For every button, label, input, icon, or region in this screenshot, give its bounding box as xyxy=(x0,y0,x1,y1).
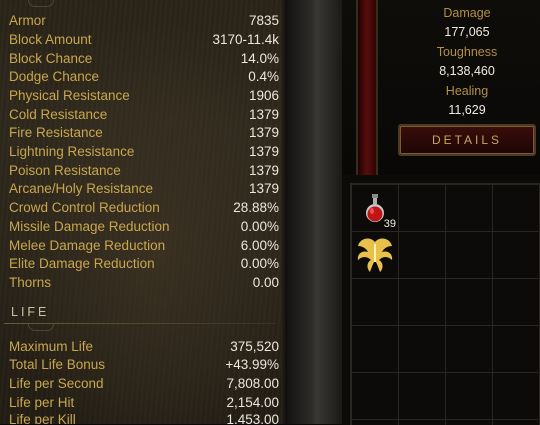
stat-row-block-amount: Block Amount 3170-11.4k xyxy=(9,30,279,48)
stat-value: 7,808.00 xyxy=(226,375,279,391)
stat-value: 1379 xyxy=(248,143,279,159)
stat-label: Cold Resistance xyxy=(9,106,108,122)
stat-value: 1379 xyxy=(248,162,279,178)
life-section-title: LIFE xyxy=(11,305,50,319)
stat-value: 375,520 xyxy=(230,338,279,354)
stat-row-armor: Armor 7835 xyxy=(9,11,279,29)
potion-count: 39 xyxy=(383,218,396,230)
stat-value: 0.00% xyxy=(240,218,279,234)
golden-wings-icon xyxy=(357,238,393,272)
inventory-panel: Damage 177,065 Toughness 8,138,460 Heali… xyxy=(342,0,540,425)
stat-row-thorns: Thorns 0.00 xyxy=(9,273,279,291)
stat-value: 6.00% xyxy=(240,237,279,253)
inventory-slot-wings[interactable] xyxy=(352,232,398,278)
stat-value: 1906 xyxy=(248,87,279,103)
stat-value: 14.0% xyxy=(240,50,279,66)
stat-value: 28.88% xyxy=(233,199,279,215)
stat-label: Lightning Resistance xyxy=(9,143,135,159)
stat-row-elite-damage-reduction: Elite Damage Reduction 0.00% xyxy=(9,254,279,272)
stat-row-life-per-hit: Life per Hit 2,154.00 xyxy=(9,393,279,411)
panel-frame-divider xyxy=(287,0,342,424)
stat-row-dodge-chance: Dodge Chance 0.4% xyxy=(9,67,279,85)
stat-row-melee-damage-reduction: Melee Damage Reduction 6.00% xyxy=(9,236,279,254)
stat-label: Missile Damage Reduction xyxy=(9,218,170,234)
stat-label: Armor xyxy=(9,12,46,28)
stat-value: 0.00 xyxy=(252,274,279,290)
stat-row-total-life-bonus: Total Life Bonus +43.99% xyxy=(9,355,279,373)
stat-row-arcane-holy-resistance: Arcane/Holy Resistance 1379 xyxy=(9,179,279,197)
stat-label: Elite Damage Reduction xyxy=(9,255,155,271)
stat-row-cold-resistance: Cold Resistance 1379 xyxy=(9,105,279,123)
header-ornament xyxy=(28,0,54,7)
healing-value: 11,629 xyxy=(448,103,486,117)
stat-label: Block Amount xyxy=(9,31,92,47)
stat-row-crowd-control-reduction: Crowd Control Reduction 28.88% xyxy=(9,198,279,216)
stat-value: 0.00% xyxy=(240,255,279,271)
stat-value: 1379 xyxy=(248,124,279,140)
inventory-grid: 39 xyxy=(350,183,540,425)
stat-value: 0.4% xyxy=(248,68,279,84)
stat-label: Melee Damage Reduction xyxy=(9,237,166,253)
stat-value: 3170-11.4k xyxy=(212,31,279,47)
stat-value: 1379 xyxy=(248,180,279,196)
stat-label: Thorns xyxy=(9,274,52,290)
stat-label: Physical Resistance xyxy=(9,87,130,103)
stat-label: Life per Hit xyxy=(9,394,75,410)
damage-label: Damage xyxy=(443,6,491,20)
stat-label: Fire Resistance xyxy=(9,124,103,140)
health-potion-icon xyxy=(366,194,384,222)
stat-row-life-per-kill: Life per Kill 1,453.00 xyxy=(9,410,279,425)
toughness-label: Toughness xyxy=(436,45,498,59)
stat-label: Life per Kill xyxy=(9,411,76,425)
stat-row-maximum-life: Maximum Life 375,520 xyxy=(9,337,279,355)
stat-label: Crowd Control Reduction xyxy=(9,199,160,215)
stat-value: +43.99% xyxy=(225,356,279,372)
stat-row-poison-resistance: Poison Resistance 1379 xyxy=(9,161,279,179)
stat-value: 1,453.00 xyxy=(226,411,279,425)
stat-label: Total Life Bonus xyxy=(9,356,106,372)
details-button[interactable]: DETAILS xyxy=(398,124,536,156)
inventory-slot-potion[interactable]: 39 xyxy=(352,185,398,231)
stat-value: 7835 xyxy=(248,12,279,28)
character-summary: Damage 177,065 Toughness 8,138,460 Heali… xyxy=(342,0,540,175)
stat-row-physical-resistance: Physical Resistance 1906 xyxy=(9,86,279,104)
stat-value: 2,154.00 xyxy=(226,394,279,410)
damage-value: 177,065 xyxy=(444,25,490,39)
healing-label: Healing xyxy=(445,84,489,98)
stat-row-lightning-resistance: Lightning Resistance 1379 xyxy=(9,142,279,160)
toughness-value: 8,138,460 xyxy=(439,64,495,78)
stat-row-life-per-second: Life per Second 7,808.00 xyxy=(9,374,279,392)
health-bar xyxy=(356,0,378,175)
stat-label: Block Chance xyxy=(9,50,93,66)
section-ornament xyxy=(28,324,54,331)
stat-label: Maximum Life xyxy=(9,338,94,354)
stat-label: Life per Second xyxy=(9,375,104,391)
stat-label: Arcane/Holy Resistance xyxy=(9,180,154,196)
character-stats-panel: Armor 7835 Block Amount 3170-11.4k Block C… xyxy=(0,0,287,424)
stat-label: Poison Resistance xyxy=(9,162,121,178)
stat-row-fire-resistance: Fire Resistance 1379 xyxy=(9,123,279,141)
stat-row-missile-damage-reduction: Missile Damage Reduction 0.00% xyxy=(9,217,279,235)
stat-row-block-chance: Block Chance 14.0% xyxy=(9,49,279,67)
stat-label: Dodge Chance xyxy=(9,68,100,84)
stat-value: 1379 xyxy=(248,106,279,122)
